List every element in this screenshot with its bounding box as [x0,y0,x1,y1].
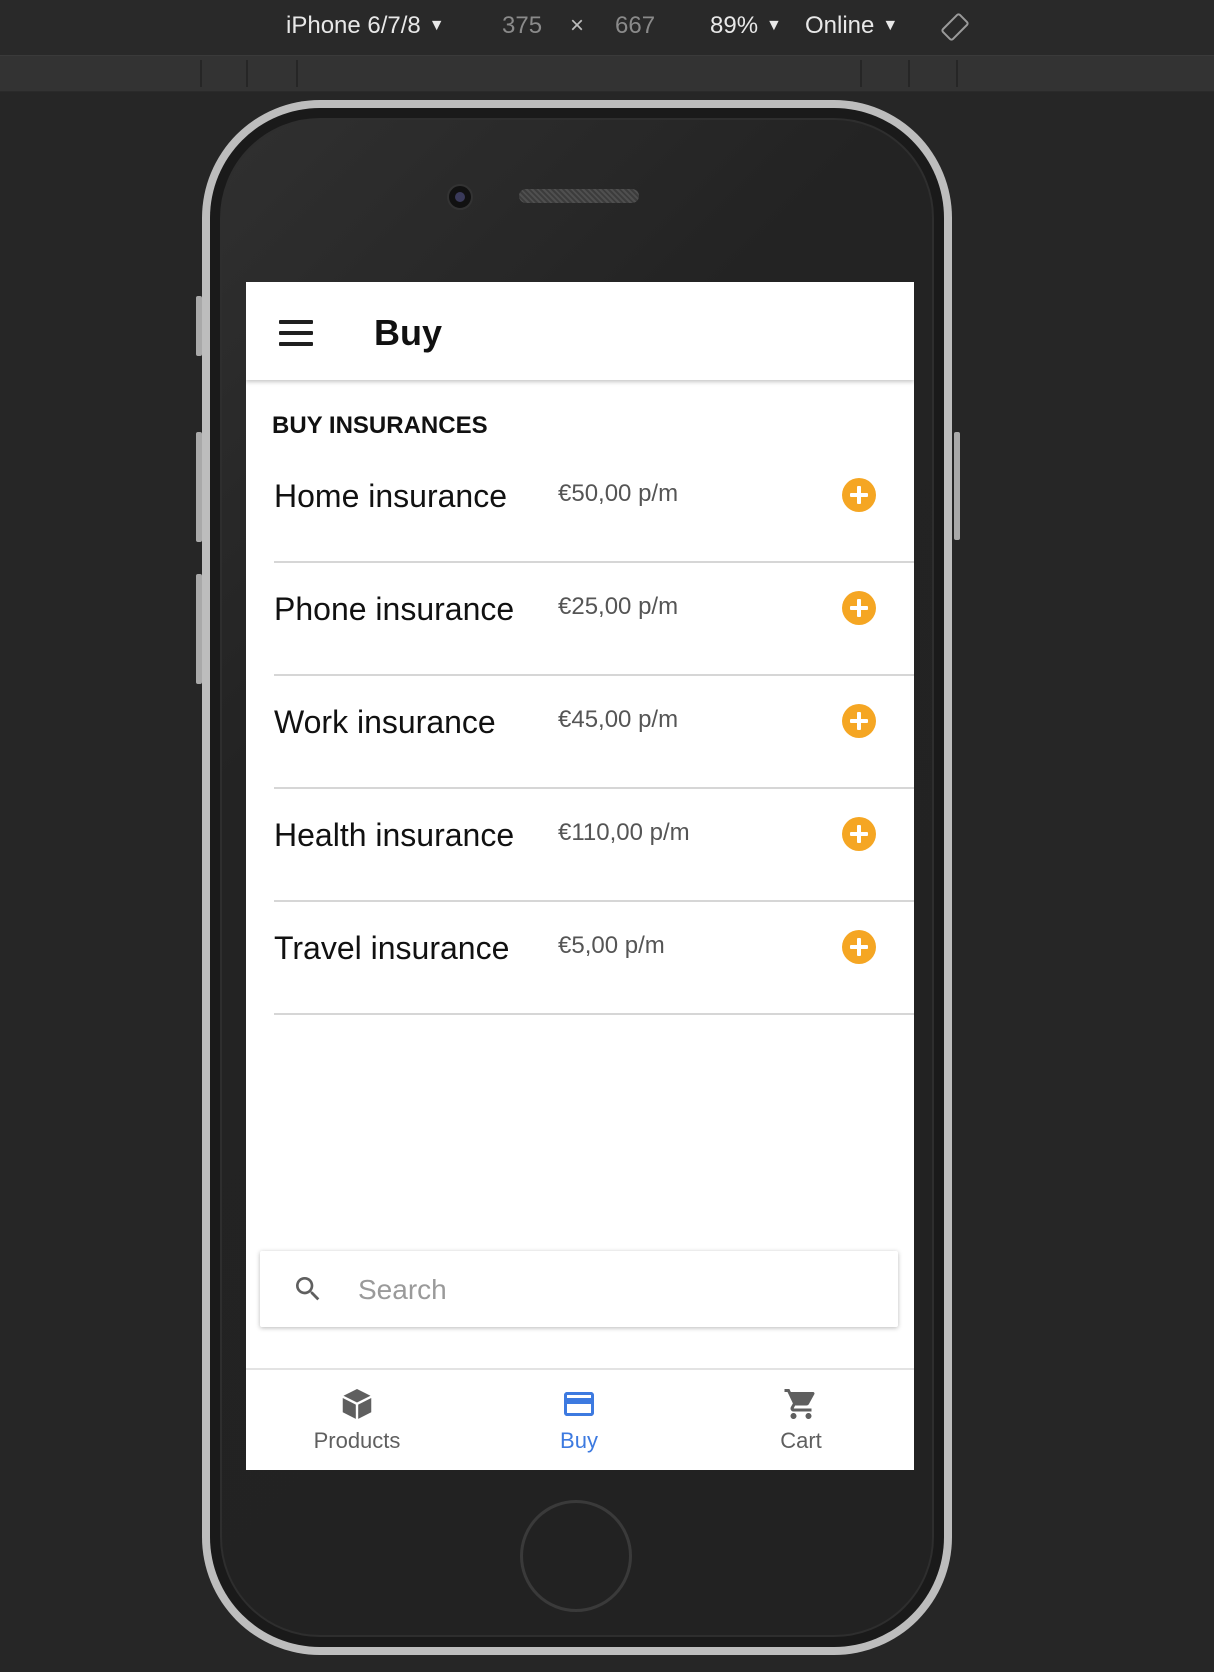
media-query-ruler [0,56,1214,92]
earpiece-speaker [519,189,639,203]
box-icon [342,1389,372,1419]
chevron-down-icon: ▼ [428,17,445,34]
power-button [954,432,960,540]
times-icon: × [570,12,585,39]
menu-icon-bar [279,342,313,346]
device-select-label: iPhone 6/7/8 [286,12,421,39]
list-item: Health insurance €110,00 p/m [274,789,914,902]
insurance-name: Home insurance [274,478,507,514]
insurance-price: €25,00 p/m [558,593,679,620]
search-bar [260,1251,898,1327]
add-icon[interactable] [842,591,876,625]
insurance-price: €110,00 p/m [558,819,690,846]
insurance-price: €5,00 p/m [558,932,665,959]
app-screen: Buy BUY INSURANCES Home insurance €50,00… [246,282,914,1470]
zoom-select[interactable]: 89% ▼ [710,12,782,40]
mute-switch [196,296,202,356]
ruler-divider [908,60,910,87]
ruler-divider [200,60,202,87]
width-input[interactable]: 375 [502,12,542,40]
ruler-divider [296,60,298,87]
device-select[interactable]: iPhone 6/7/8 ▼ [286,12,445,40]
add-icon[interactable] [842,478,876,512]
height-input[interactable]: 667 [615,12,655,40]
network-select[interactable]: Online ▼ [805,12,898,40]
add-icon[interactable] [842,817,876,851]
menu-icon-bar [279,331,313,335]
app-bar: Buy [246,282,914,380]
page-title: Buy [374,312,443,353]
rotate-icon[interactable] [940,12,970,49]
chevron-down-icon: ▼ [882,17,899,34]
volume-down-button [196,574,202,684]
nav-item-buy[interactable]: Buy [468,1370,690,1470]
devtools-toolbar: iPhone 6/7/8 ▼ 375 × 667 89% ▼ Online ▼ [0,0,1214,56]
bottom-navigation: Products Buy Cart [246,1368,914,1470]
front-camera [447,184,473,210]
search-input[interactable] [356,1265,880,1315]
list-item: Phone insurance €25,00 p/m [274,563,914,676]
nav-label-cart: Cart [780,1428,822,1453]
insurance-name: Phone insurance [274,591,515,627]
insurance-name: Travel insurance [274,930,510,966]
menu-icon[interactable] [279,320,313,346]
search-icon [296,1277,320,1301]
volume-up-button [196,432,202,542]
insurance-price: €50,00 p/m [558,480,679,507]
ruler-divider [956,60,958,87]
chevron-down-icon: ▼ [766,17,782,34]
cart-icon [784,1389,815,1419]
ruler-divider [246,60,248,87]
nav-item-cart[interactable]: Cart [690,1370,912,1470]
ruler-divider [860,60,862,87]
home-button [520,1500,632,1612]
nav-label-buy: Buy [560,1428,598,1453]
list-item: Work insurance €45,00 p/m [274,676,914,789]
insurance-name: Health insurance [274,817,515,853]
nav-label-products: Products [313,1428,401,1453]
insurance-name: Work insurance [274,704,496,740]
section-title: BUY INSURANCES [272,412,488,439]
add-icon[interactable] [842,704,876,738]
menu-icon-bar [279,320,313,324]
nav-item-products[interactable]: Products [246,1370,468,1470]
list-item: Home insurance €50,00 p/m [274,450,914,563]
network-select-label: Online [805,12,875,39]
zoom-select-label: 89% [710,12,759,39]
credit-card-icon [564,1392,594,1416]
insurance-list: Home insurance €50,00 p/m Phone insuranc… [274,450,914,1015]
add-icon[interactable] [842,930,876,964]
list-item: Travel insurance €5,00 p/m [274,902,914,1015]
insurance-price: €45,00 p/m [558,706,679,733]
